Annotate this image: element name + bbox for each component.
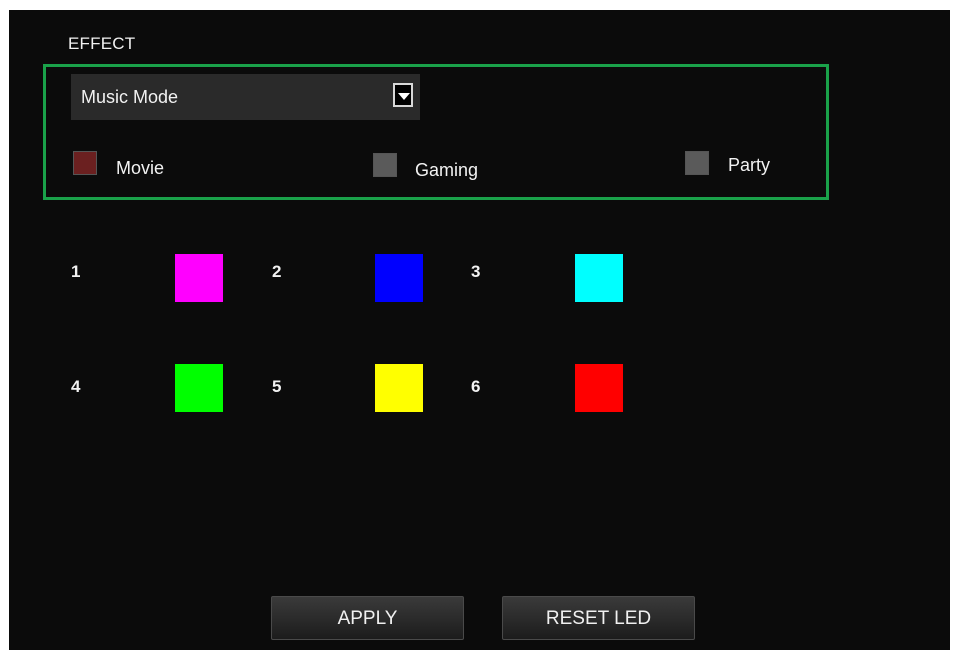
effect-mode-value: Music Mode: [81, 87, 179, 107]
color-swatch-6[interactable]: [575, 364, 623, 412]
movie-label: Movie: [116, 158, 165, 178]
color-swatch-3[interactable]: [575, 254, 623, 302]
color-slot-number: 5: [272, 377, 282, 396]
color-slot-number: 4: [71, 377, 81, 396]
color-swatch-5[interactable]: [375, 364, 423, 412]
gaming-checkbox[interactable]: [373, 153, 397, 177]
gaming-label: Gaming: [415, 160, 479, 180]
color-slot-number: 2: [272, 262, 282, 281]
effect-mode-dropdown[interactable]: Music Mode: [71, 74, 420, 120]
color-slot-number: 6: [471, 377, 481, 396]
color-slot-number: 3: [471, 262, 481, 281]
color-swatch-4[interactable]: [175, 364, 223, 412]
party-checkbox[interactable]: [685, 151, 709, 175]
effect-label: EFFECT: [68, 34, 136, 53]
color-swatch-2[interactable]: [375, 254, 423, 302]
apply-button[interactable]: APPLY: [271, 596, 464, 640]
party-label: Party: [728, 155, 771, 175]
reset-led-button[interactable]: RESET LED: [502, 596, 695, 640]
color-swatch-1[interactable]: [175, 254, 223, 302]
movie-checkbox[interactable]: [73, 151, 97, 175]
dropdown-arrow-icon[interactable]: [393, 83, 413, 107]
color-slot-number: 1: [71, 262, 81, 281]
